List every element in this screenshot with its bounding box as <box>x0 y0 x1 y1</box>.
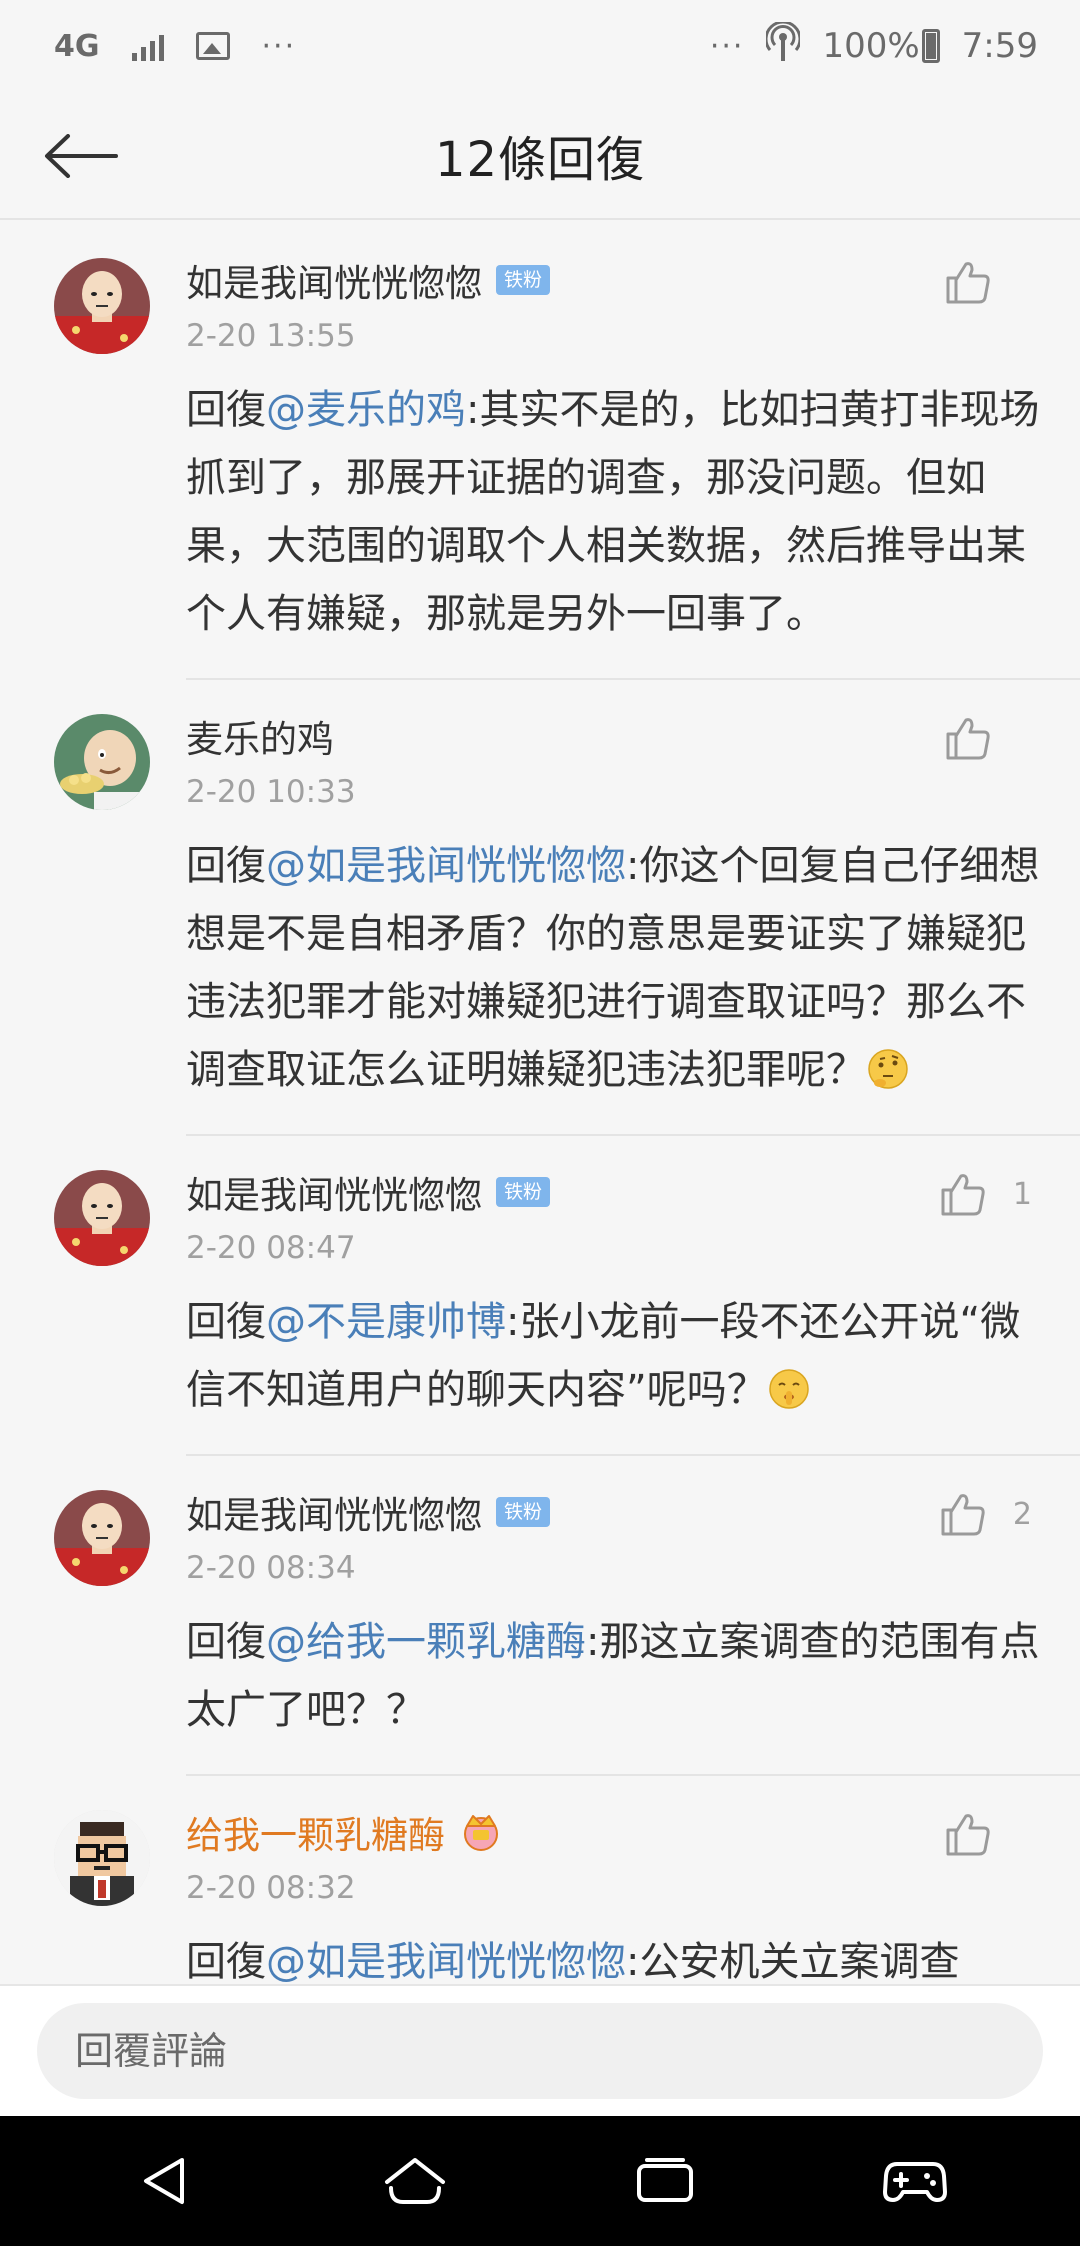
avatar[interactable] <box>54 1170 150 1266</box>
username[interactable]: 给我一颗乳糖酶 <box>186 1805 445 1859</box>
battery-icon <box>921 29 940 63</box>
clock: 7:59 <box>961 26 1038 66</box>
thumbs-up-icon <box>941 1174 985 1216</box>
comment-item[interactable]: 如是我闻恍恍惚惚 铁粉 1 2-20 08:47 回復@不是康帅博:张小龙前一段… <box>0 1134 1080 1454</box>
comment-body: 回復@麦乐的鸡:其实不是的，比如扫黄打非现场抓到了，那展开证据的调查，那没问题。… <box>186 376 1040 648</box>
thumbs-up-icon <box>946 262 990 304</box>
avatar[interactable] <box>54 258 150 354</box>
like-count: 1 <box>1012 1176 1032 1212</box>
comment-timestamp: 2-20 08:47 <box>186 1230 356 1266</box>
mention-link[interactable]: @不是康帅博 <box>266 1299 506 1345</box>
comment-body: 回復@如是我闻恍恍惚惚:公安机关立案调查 <box>186 1928 1040 1984</box>
comment-timestamp: 2-20 13:55 <box>186 318 356 354</box>
recents-icon <box>637 2158 693 2202</box>
like-button[interactable] <box>944 258 1032 306</box>
reply-bar <box>0 1984 1080 2116</box>
back-button[interactable] <box>36 120 126 192</box>
thumbs-up-icon <box>946 1814 990 1856</box>
battery-status: 100% <box>822 26 940 66</box>
home-icon <box>385 2158 445 2204</box>
mention-link[interactable]: @如是我闻恍恍惚惚 <box>266 843 626 889</box>
more-notifications-icon: ··· <box>261 28 297 64</box>
status-left: 4G ··· <box>54 29 296 64</box>
signal-icon <box>131 31 164 61</box>
username[interactable]: 如是我闻恍恍惚惚 <box>186 253 482 307</box>
gamepad-icon <box>883 2162 947 2202</box>
nav-back-button[interactable] <box>115 2131 215 2231</box>
comment-item[interactable]: 如是我闻恍恍惚惚 铁粉 2 2-20 08:34 回復@给我一颗乳糖酶:那这立案… <box>0 1454 1080 1774</box>
mention-link[interactable]: @给我一颗乳糖酶 <box>266 1619 586 1665</box>
battery-percent: 100% <box>822 26 920 66</box>
comment-body: 回復@不是康帅博:张小龙前一段不还公开说“微信不知道用户的聊天内容”呢吗？ <box>186 1288 1040 1424</box>
triangle-back-icon <box>144 2158 184 2204</box>
username[interactable]: 如是我闻恍恍惚惚 <box>186 1485 482 1539</box>
comment-list[interactable]: 如是我闻恍恍惚惚 铁粉 2-20 13:55 回復@麦乐的鸡:其实不是的，比如扫… <box>0 222 1080 1984</box>
fan-badge: 铁粉 <box>496 1497 551 1527</box>
like-button[interactable]: 2 <box>939 1490 1032 1538</box>
fan-badge: 铁粉 <box>496 265 551 295</box>
username[interactable]: 如是我闻恍恍惚惚 <box>186 1165 482 1219</box>
reply-input[interactable] <box>37 2003 1043 2099</box>
navigation-bar <box>0 2116 1080 2246</box>
shushing-face-icon <box>768 1369 809 1409</box>
comment-timestamp: 2-20 08:34 <box>186 1550 356 1586</box>
avatar[interactable] <box>54 1810 150 1906</box>
reply-prefix: 回復 <box>186 387 266 433</box>
mention-link[interactable]: @麦乐的鸡 <box>266 387 466 433</box>
image-notification-icon <box>195 32 230 60</box>
network-indicator: 4G <box>54 28 100 64</box>
reply-prefix: 回復 <box>186 1299 266 1345</box>
mention-link[interactable]: @如是我闻恍恍惚惚 <box>266 1939 626 1984</box>
like-button[interactable] <box>944 714 1032 762</box>
thumbs-up-icon <box>941 1494 985 1536</box>
nav-home-button[interactable] <box>365 2131 465 2231</box>
avatar[interactable] <box>54 714 150 810</box>
status-right: ··· 100% 7:59 <box>709 20 1038 71</box>
comment-text: :公安机关立案调查 <box>626 1939 960 1984</box>
avatar[interactable] <box>54 1490 150 1586</box>
like-button[interactable] <box>944 1810 1032 1858</box>
thumbs-up-icon <box>946 718 990 760</box>
hotspot-icon <box>765 20 802 71</box>
comment-body: 回復@如是我闻恍恍惚惚:你这个回复自己仔细想想是不是自相矛盾？你的意思是要证实了… <box>186 832 1040 1104</box>
comment-timestamp: 2-20 10:33 <box>186 774 356 810</box>
comment-body: 回復@给我一颗乳糖酶:那这立案调查的范围有点太广了吧？？ <box>186 1608 1040 1744</box>
username[interactable]: 麦乐的鸡 <box>186 709 334 763</box>
status-bar: 4G ··· ··· 100% 7:59 <box>0 0 1080 92</box>
fan-badge: 铁粉 <box>496 1177 551 1207</box>
page-header: 12條回復 <box>0 92 1080 220</box>
comment-timestamp: 2-20 08:32 <box>186 1870 356 1906</box>
nav-game-button[interactable] <box>865 2131 965 2231</box>
reply-prefix: 回復 <box>186 1619 266 1665</box>
crown-badge-icon <box>464 1815 498 1851</box>
like-button[interactable]: 1 <box>939 1170 1032 1218</box>
comment-item[interactable]: 给我一颗乳糖酶 2-20 08:32 回復@如是我闻恍恍惚惚:公安机关立案调查 <box>0 1774 1080 1984</box>
reply-prefix: 回復 <box>186 843 266 889</box>
page-title: 12條回復 <box>434 132 646 188</box>
arrow-left-icon <box>45 134 118 178</box>
reply-prefix: 回復 <box>186 1939 266 1984</box>
more-status-icon: ··· <box>709 28 745 64</box>
nav-recents-button[interactable] <box>615 2131 715 2231</box>
thinking-face-icon <box>868 1049 908 1089</box>
comment-item[interactable]: 麦乐的鸡 2-20 10:33 回復@如是我闻恍恍惚惚:你这个回复自己仔细想想是… <box>0 678 1080 1134</box>
comment-item[interactable]: 如是我闻恍恍惚惚 铁粉 2-20 13:55 回復@麦乐的鸡:其实不是的，比如扫… <box>0 222 1080 678</box>
like-count: 2 <box>1012 1496 1032 1532</box>
